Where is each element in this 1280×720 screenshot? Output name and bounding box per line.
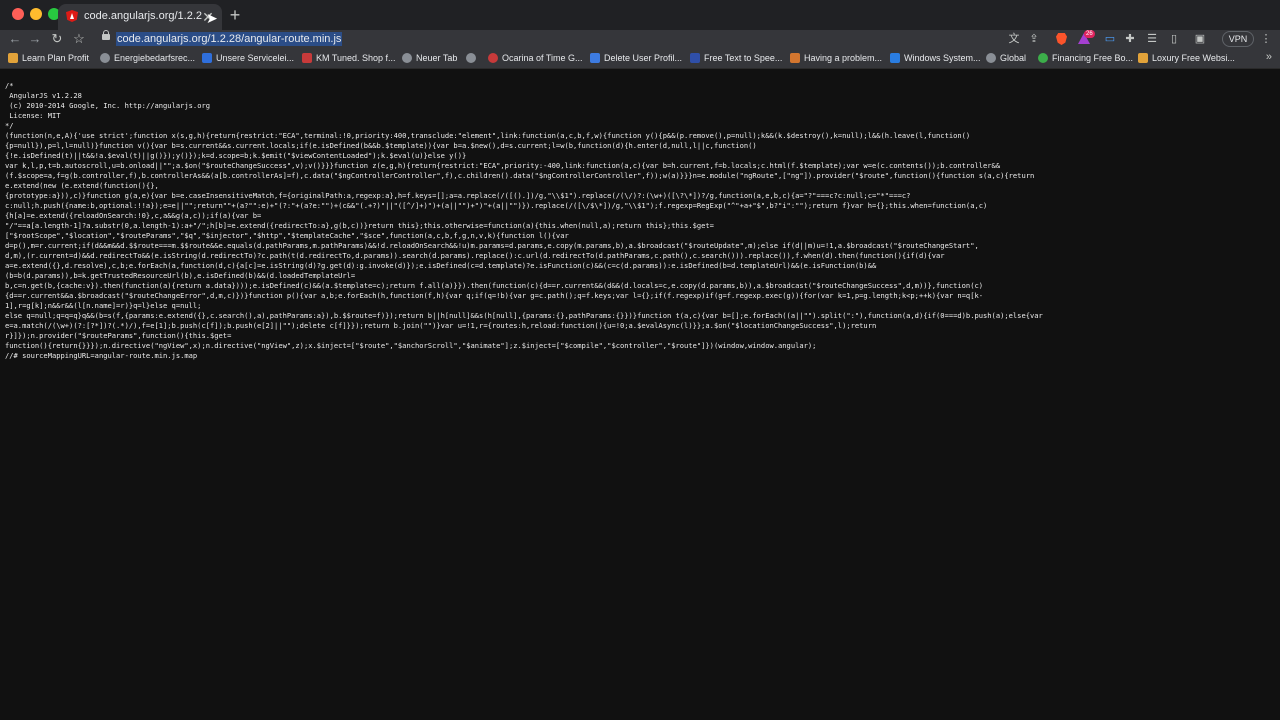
toolbar: ← → ↻ ☆ code.angularjs.org/1.2.28/angula… (0, 30, 1280, 48)
new-tab-button[interactable]: + (226, 6, 244, 24)
bookmarks-overflow-icon[interactable]: » (1266, 51, 1272, 63)
globe-icon (986, 53, 996, 63)
bookmark-label: Learn Plan Profit (22, 53, 90, 63)
bookmark-item[interactable]: Neuer Tab (402, 51, 457, 65)
bookmark-label: Windows System... (904, 53, 981, 63)
globe-icon (100, 53, 110, 63)
bookmark-item[interactable]: Loxury Free Websi... (1138, 51, 1235, 65)
bookmark-item[interactable]: Windows System... (890, 51, 981, 65)
reading-list-icon[interactable]: ☰ (1144, 31, 1160, 47)
bookmark-item[interactable]: Global (986, 51, 1026, 65)
bookmark-label: Delete User Profil... (604, 53, 683, 63)
site-icon (1038, 53, 1048, 63)
tab-strip: code.angularjs.org/1.2.28/angular-route.… (0, 0, 1280, 30)
close-window-button[interactable] (12, 8, 24, 20)
bookmark-star-icon[interactable]: ☆ (70, 30, 88, 48)
bookmark-label: Energiebedarfsrec... (114, 53, 196, 63)
site-icon (202, 53, 212, 63)
address-url[interactable]: code.angularjs.org/1.2.28/angular-route.… (116, 32, 343, 46)
bookmark-item[interactable]: Free Text to Spee... (690, 51, 782, 65)
back-button[interactable]: ← (6, 30, 24, 48)
mouse-cursor-icon: ➤ (206, 10, 218, 26)
rewards-badge: 26 (1084, 30, 1095, 38)
site-icon (590, 53, 600, 63)
bookmark-item[interactable]: Energiebedarfsrec... (100, 51, 195, 65)
lock-icon[interactable] (102, 30, 110, 40)
bookmarks-bar: Learn Plan Profit Energiebedarfsrec... U… (0, 48, 1280, 69)
cast-icon[interactable]: ▭ (1102, 31, 1118, 47)
bookmark-label: Unsere Servicelei... (216, 53, 295, 63)
bookmark-item[interactable]: Having a problem... (790, 51, 882, 65)
angularjs-icon (66, 10, 78, 22)
bookmark-label: Loxury Free Websi... (1152, 53, 1235, 63)
reload-button[interactable]: ↻ (48, 30, 66, 48)
globe-icon (466, 53, 476, 63)
bookmark-item[interactable]: Financing Free Bo... (1038, 51, 1133, 65)
tab-title: code.angularjs.org/1.2.28/angular-route.… (84, 10, 202, 22)
share-icon[interactable]: ⇪ (1026, 31, 1042, 47)
minimize-window-button[interactable] (30, 8, 42, 20)
source-code-text: /* AngularJS v1.2.28 (c) 2010-2014 Googl… (5, 81, 1043, 360)
folder-icon (8, 53, 18, 63)
bookmark-item[interactable]: Unsere Servicelei... (202, 51, 294, 65)
site-icon (690, 53, 700, 63)
address-bar[interactable]: code.angularjs.org/1.2.28/angular-route.… (96, 30, 1096, 48)
windows-icon (890, 53, 900, 63)
globe-icon (402, 53, 412, 63)
menu-icon[interactable]: ⋮ (1258, 31, 1274, 47)
bookmark-label: Free Text to Spee... (704, 53, 783, 63)
bookmark-label: Ocarina of Time G... (502, 53, 583, 63)
tab-active[interactable]: code.angularjs.org/1.2.28/angular-route.… (58, 4, 222, 30)
site-icon (302, 53, 312, 63)
page-content: /* AngularJS v1.2.28 (c) 2010-2014 Googl… (0, 69, 1280, 720)
translate-icon[interactable]: 文 (1006, 31, 1022, 47)
bookmark-label: Neuer Tab (416, 53, 458, 63)
bookmark-item[interactable] (466, 51, 480, 65)
bookmark-label: Having a problem... (804, 53, 883, 63)
site-icon (488, 53, 498, 63)
wallet-icon[interactable]: ▣ (1192, 31, 1208, 47)
forward-button[interactable]: → (26, 30, 44, 48)
bookmark-item[interactable]: Ocarina of Time G... (488, 51, 583, 65)
vpn-button[interactable]: VPN (1222, 31, 1254, 47)
bookmark-label: KM Tuned. Shop f... (316, 53, 396, 63)
bookmark-item[interactable]: Learn Plan Profit (8, 51, 89, 65)
folder-icon (1138, 53, 1148, 63)
sidebar-icon[interactable]: ▯ (1166, 31, 1182, 47)
bookmark-item[interactable]: KM Tuned. Shop f... (302, 51, 396, 65)
extensions-icon[interactable]: ✚ (1122, 31, 1138, 47)
site-icon (790, 53, 800, 63)
bookmark-label: Global (1000, 53, 1027, 63)
bookmark-item[interactable]: Delete User Profil... (590, 51, 682, 65)
bookmark-label: Financing Free Bo... (1052, 53, 1134, 63)
